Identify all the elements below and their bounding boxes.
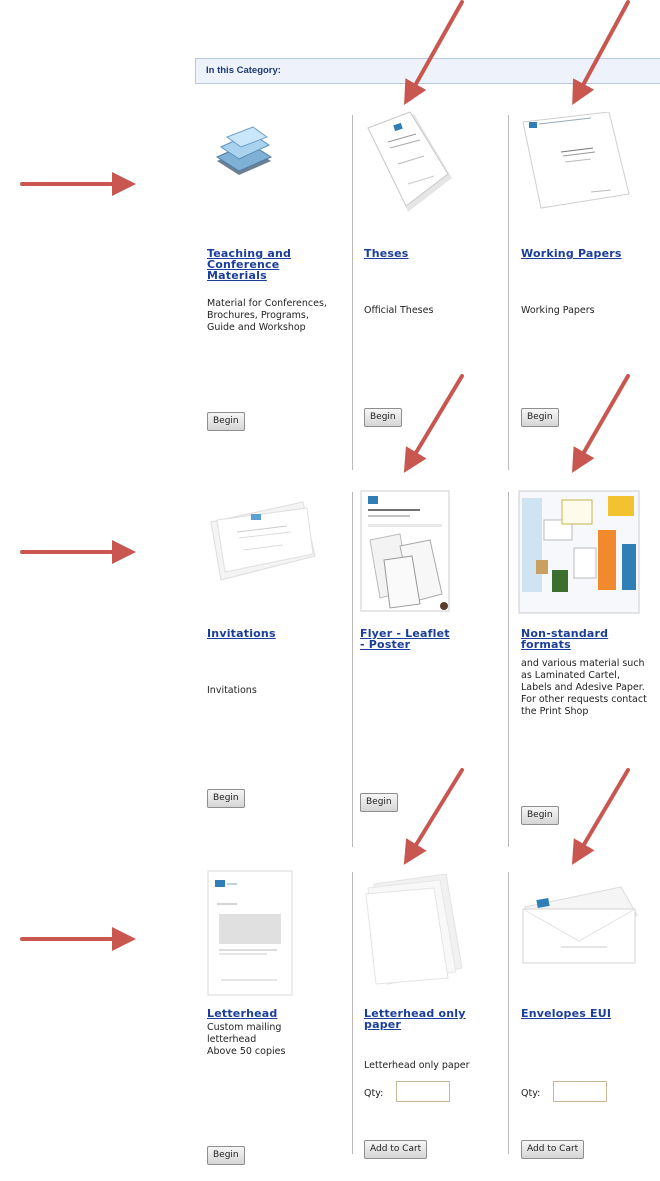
arrow-down-icon	[403, 374, 464, 473]
arrow-down-icon	[404, 0, 464, 105]
arrow-down-icon	[571, 768, 630, 865]
arrow-down-icon	[571, 374, 630, 473]
annotation-arrows	[20, 0, 630, 951]
arrow-down-icon	[572, 0, 630, 106]
arrow-down-icon	[403, 768, 464, 865]
